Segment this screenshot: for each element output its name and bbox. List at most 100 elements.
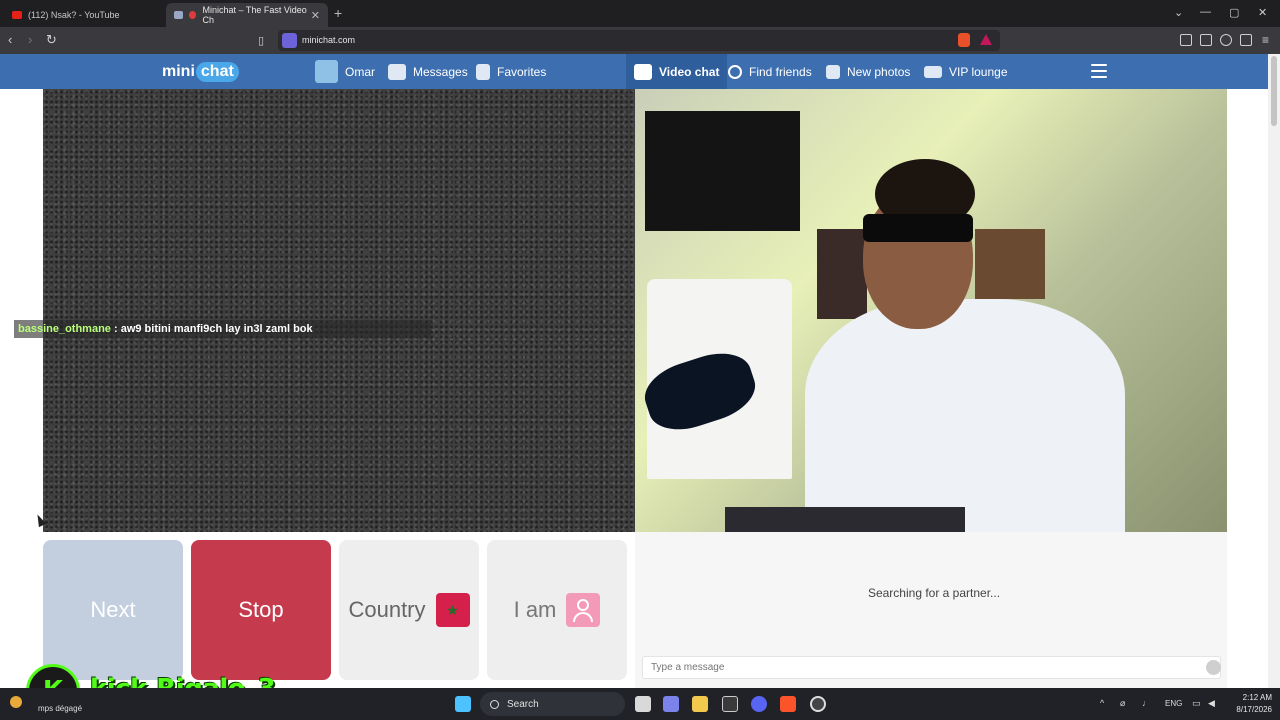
volume-icon[interactable]: ◀ [1208, 698, 1215, 709]
address-bar-row: ‹ › ↻ ▯ minichat.com ≡ [0, 27, 1280, 54]
youtube-icon [12, 11, 22, 19]
crown-icon [924, 65, 942, 78]
taskbar-search-label: Search [507, 698, 539, 710]
photos-icon [826, 64, 840, 79]
bookmark-icon[interactable]: ▯ [258, 34, 264, 47]
teams-icon[interactable] [663, 696, 679, 712]
page-scrollbar[interactable] [1268, 54, 1280, 688]
poster-right [975, 229, 1045, 299]
nav-new-photos[interactable]: New photos [826, 54, 910, 89]
self-video [635, 89, 1227, 532]
nav-messages[interactable]: Messages [388, 54, 468, 89]
sidebar-toggle-icon[interactable] [1180, 34, 1192, 46]
nav-video-chat[interactable]: Video chat [626, 54, 728, 89]
nav-vip-lounge[interactable]: VIP lounge [924, 54, 1008, 89]
hamburger-menu-icon[interactable] [1091, 64, 1107, 78]
emoji-icon[interactable] [1206, 660, 1221, 675]
new-tab-button[interactable]: + [334, 5, 342, 21]
morocco-flag-icon: ★ [435, 593, 470, 627]
minichat-logo[interactable]: mini chat [162, 58, 239, 85]
network-icon[interactable]: ⌀ [1120, 698, 1125, 709]
display-icon[interactable]: ▭ [1192, 698, 1201, 709]
extensions-icon[interactable] [1220, 34, 1232, 46]
weather-moon-icon[interactable] [10, 696, 22, 708]
stream-chat-message: bassine_othmane : aw9 bitini manfi9ch la… [14, 320, 431, 338]
url-field[interactable]: minichat.com [278, 30, 1000, 51]
file-explorer-icon[interactable] [692, 696, 708, 712]
windows-start-icon[interactable] [455, 696, 471, 712]
weather-text: mps dégagé [38, 704, 83, 713]
nav-label: Favorites [497, 64, 547, 79]
poster-collage [817, 229, 867, 319]
forward-icon[interactable]: › [28, 32, 32, 47]
tab-minichat[interactable]: Minichat – The Fast Video Ch ✕ [166, 3, 328, 27]
nav-label: Video chat [659, 64, 720, 79]
language-indicator[interactable]: ENG [1165, 699, 1182, 708]
nav-label: Messages [413, 64, 468, 79]
clock-time: 2:12 AM [1242, 693, 1272, 702]
reload-icon[interactable]: ↻ [46, 32, 57, 48]
chat-message-text: : aw9 bitini manfi9ch lay in3l zaml bok [110, 323, 313, 335]
clock[interactable]: 2:12 AM 8/17/2026 [1226, 692, 1272, 716]
restore-icon[interactable]: ▢ [1229, 6, 1239, 19]
tab-search-icon[interactable]: ⌄ [1174, 6, 1183, 19]
profile-name: Omar [345, 64, 375, 79]
close-tab-icon[interactable]: ✕ [311, 9, 320, 22]
task-view-icon[interactable] [635, 696, 651, 712]
site-header: mini chat Omar Messages Favorites Video … [0, 54, 1268, 89]
stop-button[interactable]: Stop [191, 540, 331, 680]
female-avatar-icon [566, 593, 601, 627]
next-button[interactable]: Next [43, 540, 183, 680]
search-icon [728, 64, 742, 79]
back-icon[interactable]: ‹ [8, 32, 12, 47]
next-label: Next [90, 597, 136, 622]
wallet-icon[interactable] [1200, 34, 1212, 46]
text-chat-panel: Searching for a partner... [635, 532, 1227, 688]
flag-poster [645, 111, 800, 231]
windows-taskbar: mps dégagé Search ^ ⌀ ♩ ENG ▭ ◀ 2:12 AM … [0, 688, 1280, 720]
site-icon [282, 33, 297, 48]
gender-button[interactable]: I am [487, 540, 627, 680]
tray-chevron-icon[interactable]: ^ [1100, 698, 1104, 708]
partner-video [43, 89, 635, 532]
person-shirt [805, 299, 1125, 532]
chat-username: bassine_othmane [18, 323, 111, 335]
tab-label: Minichat – The Fast Video Ch [202, 5, 307, 25]
minimize-icon[interactable]: — [1200, 6, 1211, 18]
country-button[interactable]: Country ★ [339, 540, 479, 680]
discord-icon[interactable] [751, 696, 767, 712]
sunglasses [863, 214, 973, 242]
country-label: Country [348, 597, 426, 622]
tab-youtube[interactable]: (112) Nsak? - YouTube [4, 3, 164, 27]
brave-browser-icon[interactable] [780, 696, 796, 712]
search-icon [490, 699, 499, 709]
chat-bubble-icon [634, 63, 652, 80]
taskbar-search[interactable]: Search [480, 692, 625, 716]
message-input[interactable] [642, 656, 1221, 679]
keyboard [725, 507, 965, 532]
store-icon[interactable] [722, 696, 738, 712]
logo-part-mini: mini [162, 62, 195, 80]
stop-label: Stop [238, 597, 284, 622]
nav-label: New photos [847, 64, 911, 79]
close-window-icon[interactable]: ✕ [1258, 6, 1267, 19]
vpn-shield-icon[interactable] [1240, 34, 1252, 46]
nav-find-friends[interactable]: Find friends [728, 54, 812, 89]
bookmark-icon [476, 63, 490, 80]
iam-label: I am [513, 597, 557, 622]
nav-label: VIP lounge [949, 64, 1008, 79]
search-status: Searching for a partner... [867, 586, 1001, 600]
menu-icon[interactable]: ≡ [1262, 33, 1269, 47]
nav-favorites[interactable]: Favorites [476, 54, 546, 89]
scrollbar-thumb[interactable] [1271, 56, 1277, 126]
nav-profile[interactable]: Omar [315, 54, 375, 89]
mic-icon[interactable]: ♩ [1142, 698, 1151, 708]
obs-icon[interactable] [810, 696, 826, 712]
recording-icon [189, 11, 197, 19]
brave-rewards-icon[interactable] [980, 34, 992, 45]
minichat-favicon-icon [174, 11, 184, 19]
avatar-icon [315, 60, 338, 83]
brave-shield-icon[interactable] [958, 33, 970, 47]
logo-part-chat: chat [195, 61, 239, 82]
tab-label: (112) Nsak? - YouTube [28, 10, 120, 20]
